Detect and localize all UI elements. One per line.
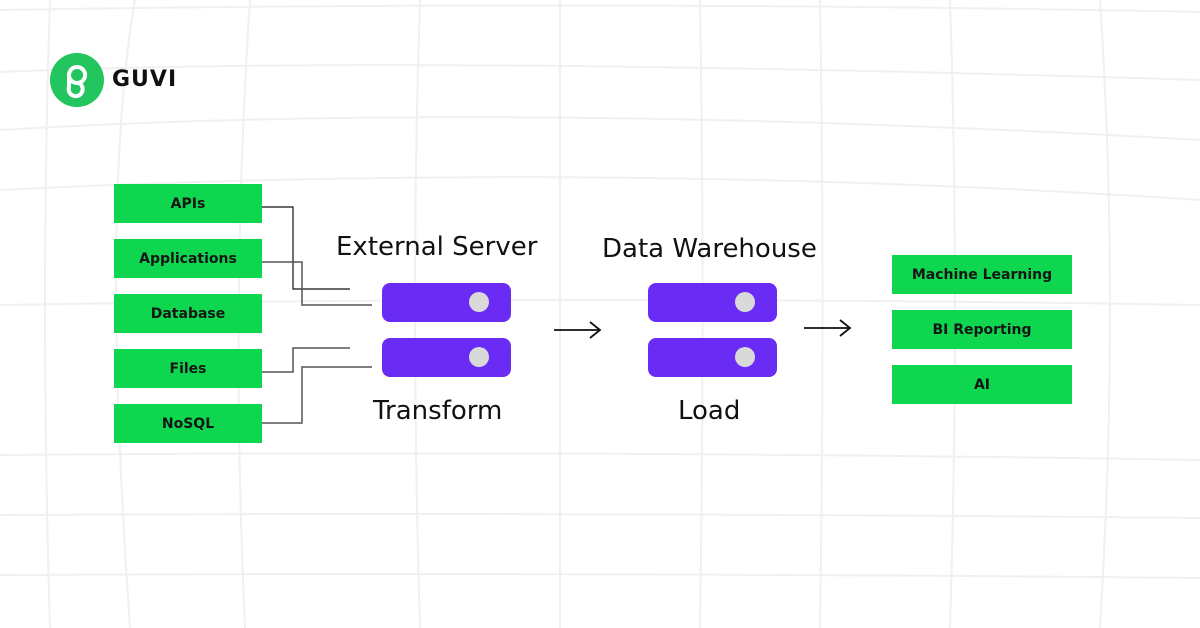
source-nosql: NoSQL — [114, 404, 262, 443]
destination-machine-learning: Machine Learning — [892, 255, 1072, 294]
stage-title-external-server: External Server — [336, 232, 538, 262]
source-files: Files — [114, 349, 262, 388]
brand-name: GUVI — [112, 67, 178, 92]
destination-ai: AI — [892, 365, 1072, 404]
stage-caption-load: Load — [678, 396, 741, 426]
stage-title-data-warehouse: Data Warehouse — [602, 234, 817, 264]
warehouse-icon — [648, 283, 777, 322]
warehouse-icon — [648, 338, 777, 377]
server-icon — [382, 283, 511, 322]
guvi-logo-icon — [50, 53, 104, 107]
stage-caption-transform: Transform — [373, 396, 503, 426]
server-icon — [382, 338, 511, 377]
destination-bi-reporting: BI Reporting — [892, 310, 1072, 349]
source-apis: APIs — [114, 184, 262, 223]
source-database: Database — [114, 294, 262, 333]
source-applications: Applications — [114, 239, 262, 278]
